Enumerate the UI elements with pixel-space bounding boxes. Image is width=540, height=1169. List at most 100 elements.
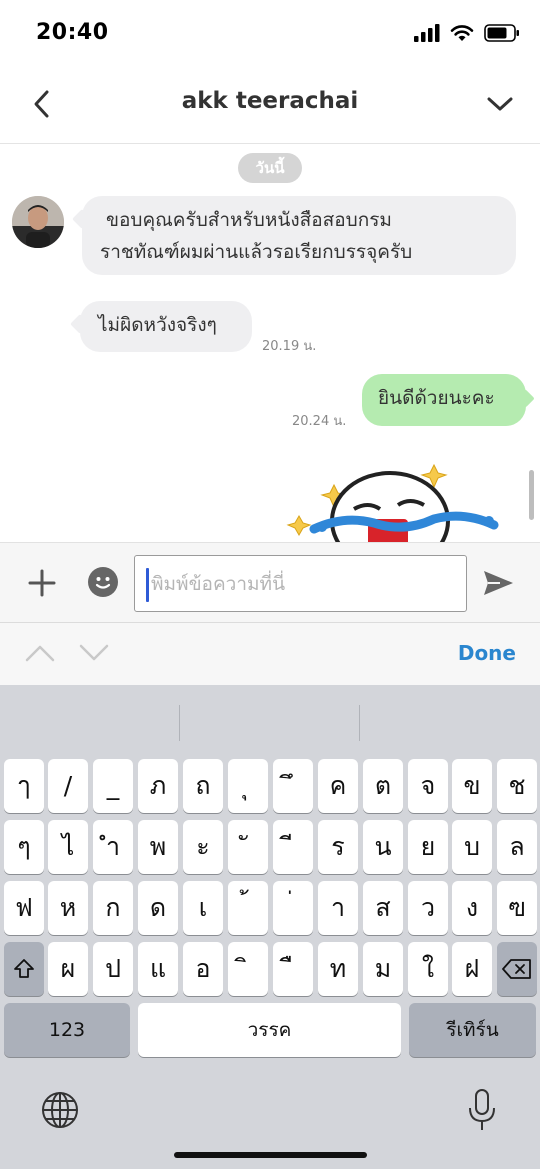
chat-menu-button[interactable] — [482, 86, 518, 122]
key[interactable]: แ — [138, 942, 178, 996]
key[interactable]: ิ — [228, 942, 268, 996]
message-bubble-incoming[interactable]: ไม่ผิดหวังจริงๆ — [80, 301, 252, 352]
scrollbar-thumb[interactable] — [529, 470, 534, 520]
shift-key[interactable] — [4, 942, 44, 996]
key[interactable]: _ — [93, 759, 133, 813]
message-bubble-outgoing[interactable]: ยินดีด้วยนะคะ — [362, 374, 526, 426]
message-text-line: ยินดีด้วยนะคะ — [378, 387, 495, 409]
home-indicator[interactable] — [174, 1152, 367, 1158]
key[interactable]: / — [48, 759, 88, 813]
delete-key[interactable] — [497, 942, 537, 996]
key[interactable]: ี — [273, 820, 313, 874]
key[interactable]: ช — [497, 759, 537, 813]
wifi-icon — [450, 25, 474, 41]
send-button[interactable] — [480, 565, 516, 601]
key[interactable]: ว — [408, 881, 448, 935]
chat-header: akk teerachai — [0, 66, 540, 144]
key[interactable]: ล — [497, 820, 537, 874]
plus-icon — [28, 569, 56, 597]
add-attachment-button[interactable] — [24, 565, 60, 601]
key[interactable]: ห — [48, 881, 88, 935]
key[interactable]: ่ — [273, 881, 313, 935]
key[interactable]: ะ — [183, 820, 223, 874]
key[interactable]: ุ — [228, 759, 268, 813]
microphone-icon[interactable] — [467, 1088, 497, 1132]
key[interactable]: ต — [363, 759, 403, 813]
key[interactable]: ฟ — [4, 881, 44, 935]
shift-icon — [14, 959, 34, 978]
return-key[interactable]: รีเทิร์น — [409, 1003, 536, 1057]
numbers-key[interactable]: 123 — [4, 1003, 130, 1057]
battery-icon — [484, 24, 519, 42]
message-bubble-incoming[interactable]: ขอบคุณครับสำหรับหนังสือสอบกรม ราชทัณฑ์ผม… — [82, 196, 516, 275]
key[interactable]: ั — [228, 820, 268, 874]
key[interactable]: ผ — [48, 942, 88, 996]
key[interactable]: ด — [138, 881, 178, 935]
key[interactable]: พ — [138, 820, 178, 874]
avatar[interactable] — [12, 196, 64, 248]
key[interactable]: ร — [318, 820, 358, 874]
key[interactable]: ข — [452, 759, 492, 813]
key[interactable]: ๆ — [4, 820, 44, 874]
key[interactable]: ป — [93, 942, 133, 996]
key[interactable]: ค — [318, 759, 358, 813]
done-button[interactable]: Done — [458, 641, 516, 665]
key[interactable]: ำ — [93, 820, 133, 874]
cellular-signal-icon — [414, 24, 440, 42]
space-key[interactable]: วรรค — [138, 1003, 401, 1057]
status-icons — [414, 24, 520, 42]
key[interactable]: น — [363, 820, 403, 874]
status-time: 20:40 — [36, 20, 109, 45]
status-bar: 20:40 — [0, 0, 540, 66]
keyboard-accessory-bar: Done — [0, 622, 540, 685]
key[interactable]: ้ — [228, 881, 268, 935]
message-time: 20.24 น. — [292, 414, 347, 429]
suggestion-divider — [359, 705, 360, 741]
chevron-down-icon — [79, 644, 109, 661]
key[interactable]: ม — [363, 942, 403, 996]
chat-title: akk teerachai — [181, 88, 359, 114]
key[interactable]: ใ — [408, 942, 448, 996]
input-bar — [0, 542, 540, 622]
globe-icon[interactable] — [40, 1090, 80, 1130]
send-icon — [484, 571, 513, 595]
text-cursor — [146, 568, 149, 602]
previous-field-button[interactable] — [24, 641, 56, 665]
chevron-down-icon — [487, 97, 513, 111]
avatar-photo — [12, 196, 64, 248]
message-time: 20.19 น. — [262, 339, 317, 354]
date-chip: วันนี้ — [238, 153, 302, 183]
next-field-button[interactable] — [78, 641, 110, 665]
backspace-icon — [502, 959, 531, 979]
key[interactable]: บ — [452, 820, 492, 874]
key[interactable]: ๅ — [4, 759, 44, 813]
message-text-line: ราชทัณฑ์ผมผ่านแล้วรอเรียกบรรจุครับ — [100, 241, 413, 263]
smiley-icon — [95, 577, 111, 589]
key[interactable]: ึ — [273, 759, 313, 813]
key[interactable]: เ — [183, 881, 223, 935]
key[interactable]: ฝ — [452, 942, 492, 996]
message-text-line: ไม่ผิดหวังจริงๆ — [98, 314, 217, 336]
sticker-image[interactable] — [284, 457, 514, 542]
key[interactable]: ไ — [48, 820, 88, 874]
key[interactable]: ถ — [183, 759, 223, 813]
chevron-up-icon — [25, 645, 55, 662]
suggestion-divider — [179, 705, 180, 741]
key[interactable]: จ — [408, 759, 448, 813]
key[interactable]: ภ — [138, 759, 178, 813]
key[interactable]: ย — [408, 820, 448, 874]
key[interactable]: า — [318, 881, 358, 935]
key[interactable]: ื — [273, 942, 313, 996]
emoji-button[interactable] — [88, 567, 118, 597]
key[interactable]: ก — [93, 881, 133, 935]
message-input[interactable] — [134, 555, 467, 612]
message-text-line: ขอบคุณครับสำหรับหนังสือสอบกรม — [106, 209, 392, 231]
key[interactable]: ฃ — [497, 881, 537, 935]
key[interactable]: ท — [318, 942, 358, 996]
key[interactable]: ส — [363, 881, 403, 935]
key[interactable]: อ — [183, 942, 223, 996]
chat-area[interactable]: วันนี้ ขอบคุณครับสำหรับหนังสือสอบกรม ราช… — [0, 145, 540, 542]
suggestion-bar[interactable] — [0, 685, 540, 755]
keyboard: ๅ / _ ภ ถ ุ ึ ค ต จ ข ช ๆ ไ ำ พ ะ ั ี ร … — [0, 685, 540, 1169]
key[interactable]: ง — [452, 881, 492, 935]
